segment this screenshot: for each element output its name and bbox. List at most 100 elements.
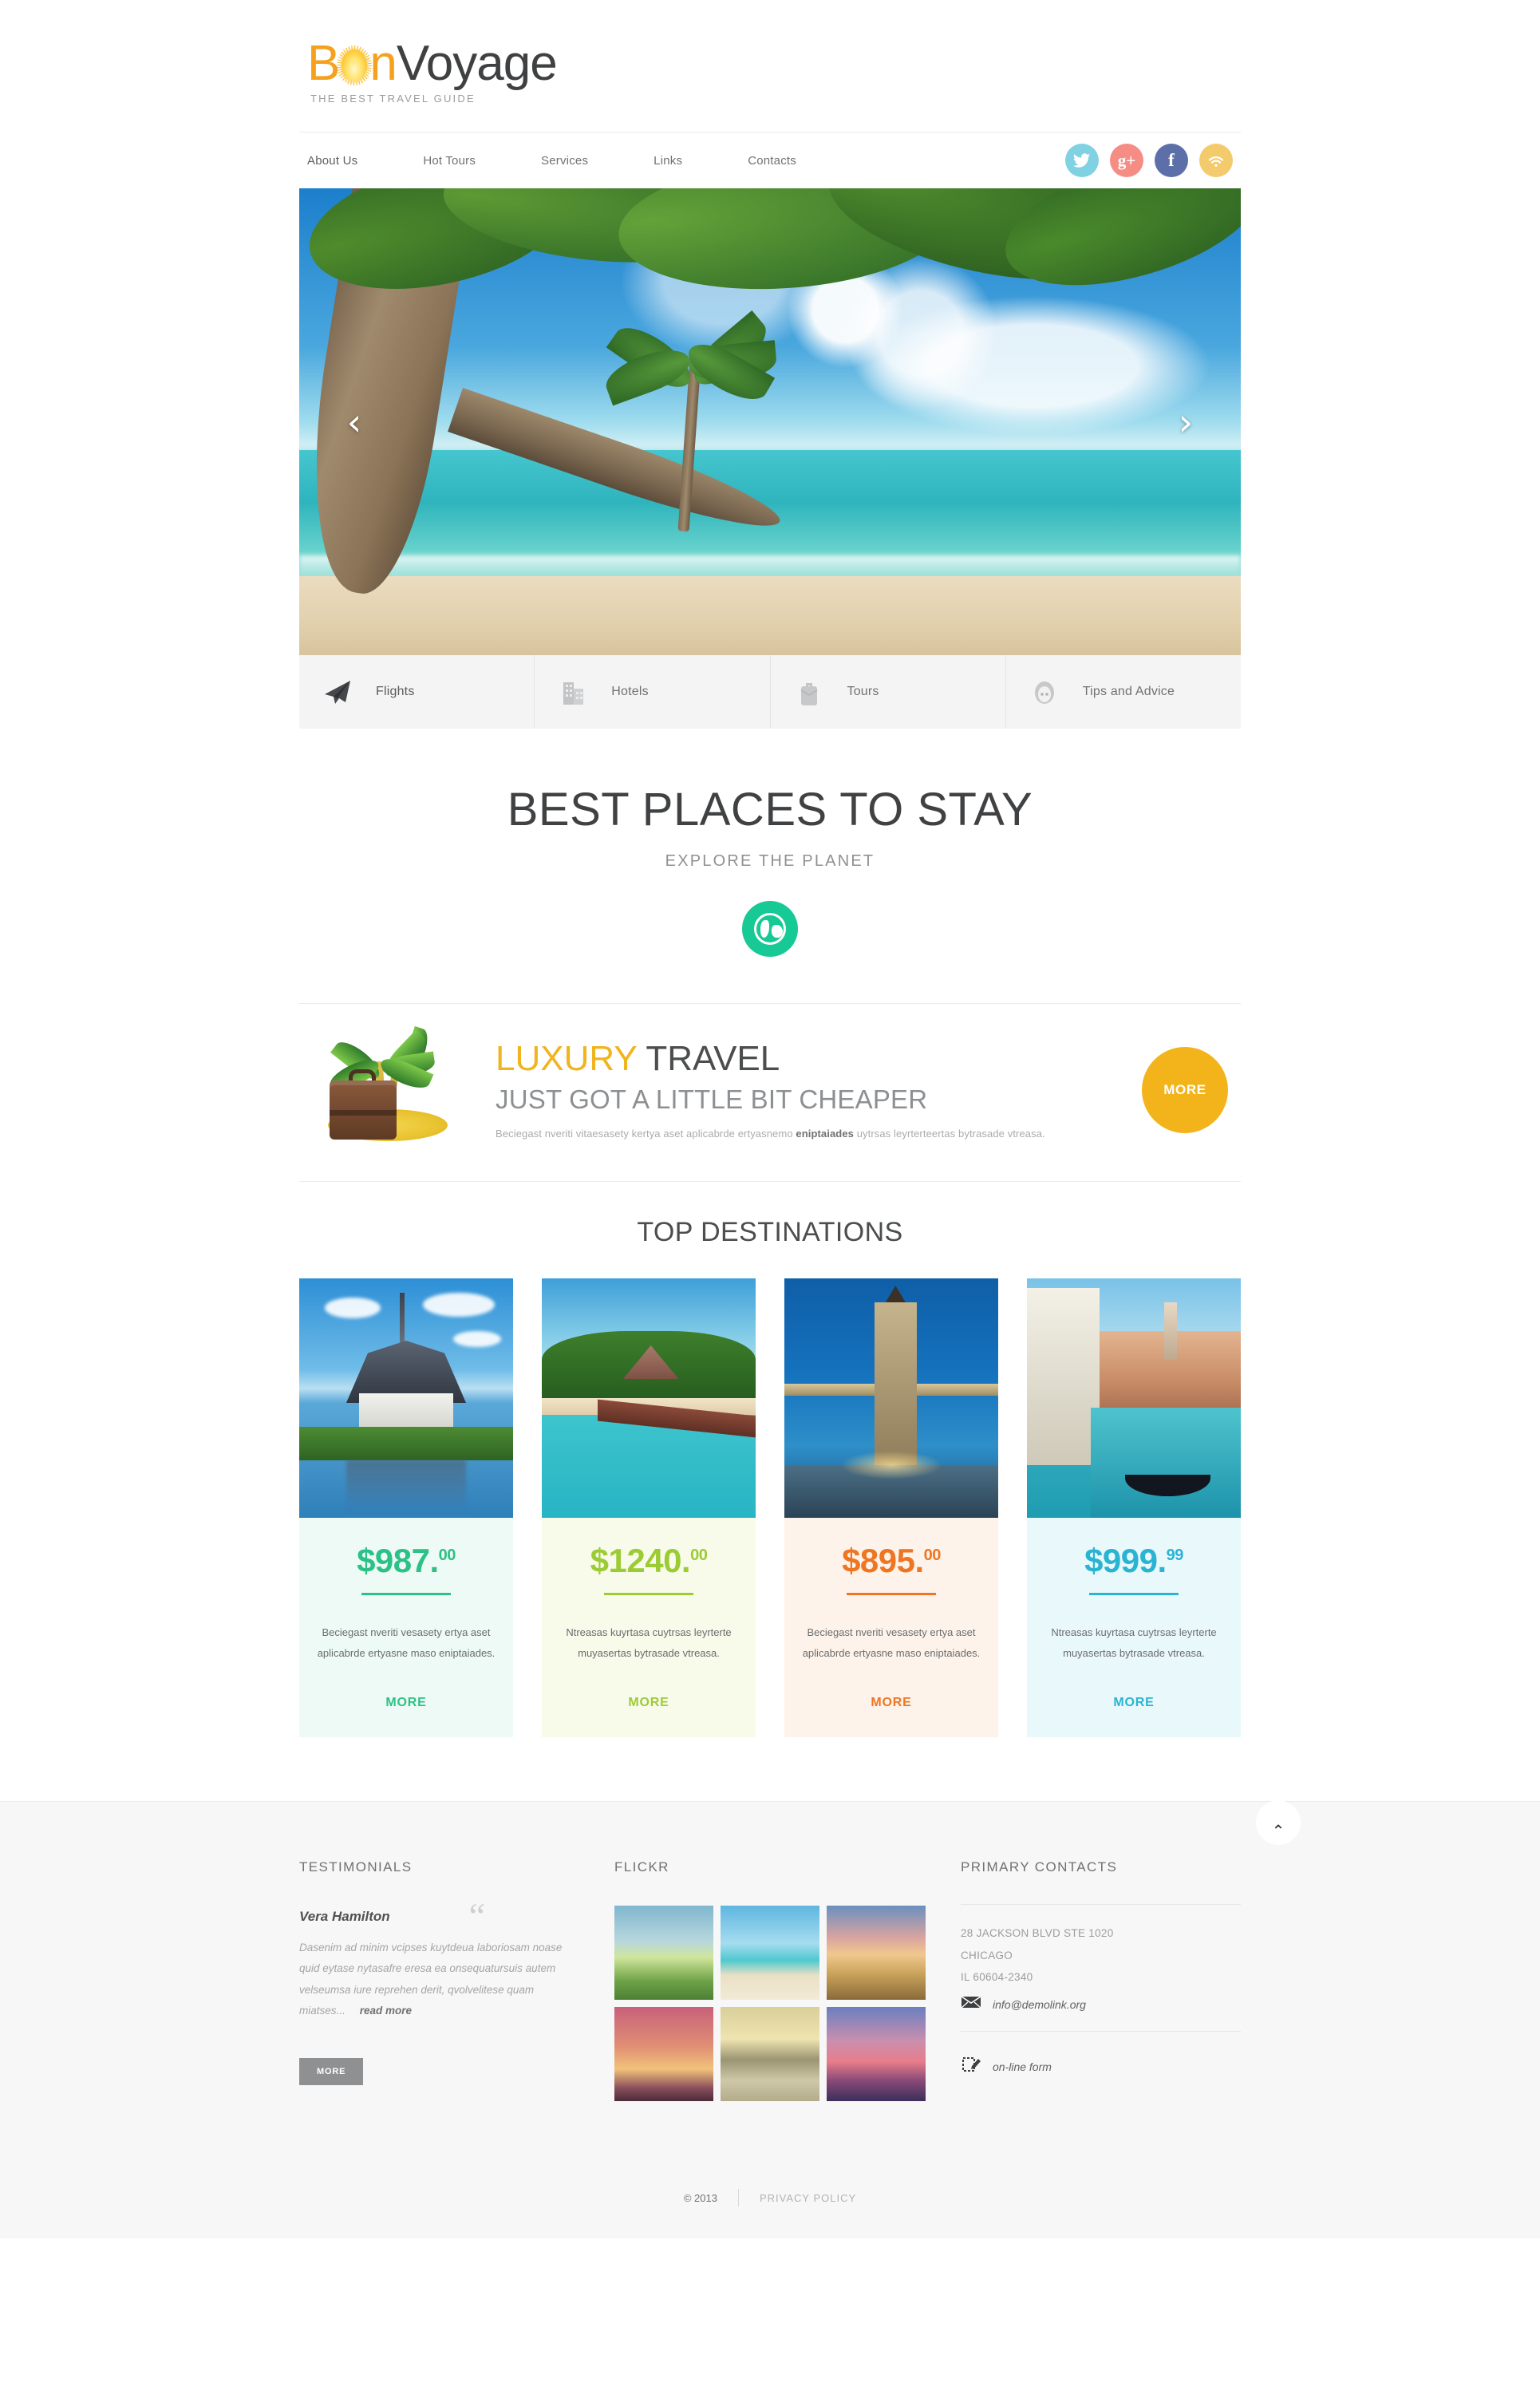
google-plus-icon[interactable]: g+ [1110,144,1143,177]
card-body: $999.99 Ntreasas kuyrtasa cuytrsas leyrt… [1027,1518,1241,1737]
paper-plane-icon [299,676,376,708]
luxury-text-before: Beciegast nveriti vitaesasety kertya ase… [496,1127,796,1140]
flickr-title: FLICKR [614,1859,669,1875]
destinations-heading: TOP DESTINATIONS [637,1217,903,1247]
destination-card[interactable]: $895.00 Beciegast nveriti vesasety ertya… [784,1278,998,1737]
footer-col-flickr: FLICKR [614,1859,961,2101]
flickr-thumb-sunset-bay[interactable] [827,1906,926,2000]
card-price: $999.99 [1084,1542,1184,1579]
read-more-link[interactable]: read more [346,2005,412,2017]
card-price-cents: 00 [690,1547,708,1564]
tab-flights[interactable]: Flights [299,655,535,729]
logo-bon-n: n [369,36,397,91]
slider-prev-arrow[interactable]: ‹ [333,401,376,444]
tab-tours[interactable]: Tours [771,655,1006,729]
nav-item-services[interactable]: Services [541,154,588,168]
sun-icon [337,45,373,85]
card-price-cents: 00 [923,1547,942,1564]
globe-icon [742,901,798,957]
face-icon [1006,676,1083,708]
card-photo-tropical-pier[interactable] [542,1278,756,1518]
testimonials-more-button[interactable]: MORE [299,2058,364,2086]
flickr-thumb-sunrise-field[interactable] [614,1906,713,2000]
card-photo-thai-temple[interactable] [299,1278,513,1518]
destination-card[interactable]: $1240.00 Ntreasas kuyrtasa cuytrsas leyr… [542,1278,756,1737]
tab-hotels[interactable]: Hotels [535,655,771,729]
tab-tips-and-advice[interactable]: Tips and Advice [1006,655,1241,729]
chevron-up-icon: ⌃ [1271,1821,1285,1840]
nav-item-about-us[interactable]: About Us [307,154,357,168]
footer-col-contacts: PRIMARY CONTACTS 28 JACKSON BLVD STE 102… [961,1859,1241,2101]
service-tabs: Flights Hotels Tours Tips and Advice [299,655,1241,729]
luxury-more-button[interactable]: MORE [1142,1047,1228,1133]
luxury-banner: LUXURY TRAVEL JUST GOT A LITTLE BIT CHEA… [299,1004,1241,1181]
contacts-email-row[interactable]: info@demolink.org [961,1989,1241,2013]
destination-card[interactable]: $987.00 Beciegast nveriti vesasety ertya… [299,1278,513,1737]
card-photo-venice-canal[interactable] [1027,1278,1241,1518]
card-price-cents: 99 [1166,1547,1184,1564]
card-more-button[interactable]: MORE [558,1664,740,1710]
card-more-button[interactable]: MORE [1043,1664,1225,1710]
address-line-1: 28 JACKSON BLVD STE 1020 [961,1927,1114,1939]
card-price-cents: 00 [438,1547,456,1564]
card-more-button[interactable]: MORE [800,1664,982,1710]
testimonials-title: TESTIMONIALS [299,1859,413,1875]
luxury-description: Beciegast nveriti vitaesasety kertya ase… [496,1115,1097,1140]
card-body: $895.00 Beciegast nveriti vesasety ertya… [784,1518,998,1737]
card-photo-tower-bridge[interactable] [784,1278,998,1518]
online-form-link[interactable]: on-line form [993,2060,1052,2073]
footer-bottom: © 2013 PRIVACY POLICY [299,2144,1241,2238]
card-more-button[interactable]: MORE [315,1664,497,1710]
back-to-top-button[interactable]: ⌃ [1256,1800,1301,1845]
address-line-3: IL 60604-2340 [961,1971,1033,1984]
card-description: Ntreasas kuyrtasa cuytrsas leyrterte muy… [566,1626,732,1659]
online-form-icon [961,2056,981,2077]
hero-slider[interactable]: ‹ › [299,188,1241,655]
luxury-copy: LUXURY TRAVEL JUST GOT A LITTLE BIT CHEA… [483,1039,1097,1140]
briefcase-icon [771,676,847,708]
card-body: $987.00 Beciegast nveriti vesasety ertya… [299,1518,513,1737]
contacts-form-row[interactable]: on-line form [961,2049,1241,2077]
nav-item-hot-tours[interactable]: Hot Tours [423,154,476,168]
slider-sand [299,575,1241,655]
site-logo: BnVoyage [307,38,1241,89]
destination-cards: $987.00 Beciegast nveriti vesasety ertya… [299,1278,1241,1793]
luxury-title-rest: TRAVEL [646,1039,780,1079]
slider-next-arrow[interactable]: › [1164,401,1207,444]
nav-item-links[interactable]: Links [654,154,682,168]
tab-tips-label: Tips and Advice [1082,685,1175,698]
card-description: Beciegast nveriti vesasety ertya aset ap… [802,1626,981,1659]
luxury-text-after: uytrsas leyrterteertas bytrasade vtreasa… [854,1127,1045,1140]
footer-col-testimonials: TESTIMONIALS “ Vera Hamilton Dasenim ad … [299,1859,614,2101]
flickr-thumb-rocky-beach[interactable] [721,2007,819,2101]
flickr-thumb-lighthouse-sunset[interactable] [827,2007,926,2101]
testimonial-author: Vera Hamilton [299,1909,390,1924]
rss-icon[interactable] [1199,144,1233,177]
logo-block[interactable]: BnVoyage THE BEST TRAVEL GUIDE [299,24,1241,132]
back-to-top[interactable]: ⌃ [1256,1800,1301,1845]
card-description: Beciegast nveriti vesasety ertya aset ap… [317,1626,496,1659]
card-description: Ntreasas kuyrtasa cuytrsas leyrterte muy… [1051,1626,1217,1659]
contacts-divider-1 [961,1904,1241,1905]
site-footer: TESTIMONIALS “ Vera Hamilton Dasenim ad … [0,1800,1540,2238]
tab-hotels-label: Hotels [611,685,649,698]
flickr-grid [614,1886,926,2101]
card-price: $987.00 [357,1542,456,1579]
palm-suitcase-icon [299,1025,483,1146]
card-price: $1240.00 [590,1542,708,1579]
page-title: BEST PLACES TO STAY [507,784,1033,836]
contacts-address: 28 JACKSON BLVD STE 1020 CHICAGO IL 6060… [961,1922,1241,1989]
flickr-thumb-beach-umbrella[interactable] [721,1906,819,2000]
destination-card[interactable]: $999.99 Ntreasas kuyrtasa cuytrsas leyrt… [1027,1278,1241,1737]
privacy-policy-link[interactable]: PRIVACY POLICY [760,2192,856,2204]
facebook-icon[interactable]: f [1155,144,1188,177]
card-price: $895.00 [842,1542,942,1579]
flickr-thumb-palm-sunset[interactable] [614,2007,713,2101]
copyright: © 2013 [683,2191,717,2204]
nav-item-contacts[interactable]: Contacts [748,154,796,168]
main-nav: About Us Hot Tours Services Links Contac… [299,154,1065,168]
testimonial-text: Dasenim ad minim vcipses kuytdeua labori… [299,1942,563,2017]
luxury-text-bold: eniptaiades [796,1127,855,1140]
contact-email[interactable]: info@demolink.org [993,1998,1086,2011]
twitter-icon[interactable] [1065,144,1099,177]
